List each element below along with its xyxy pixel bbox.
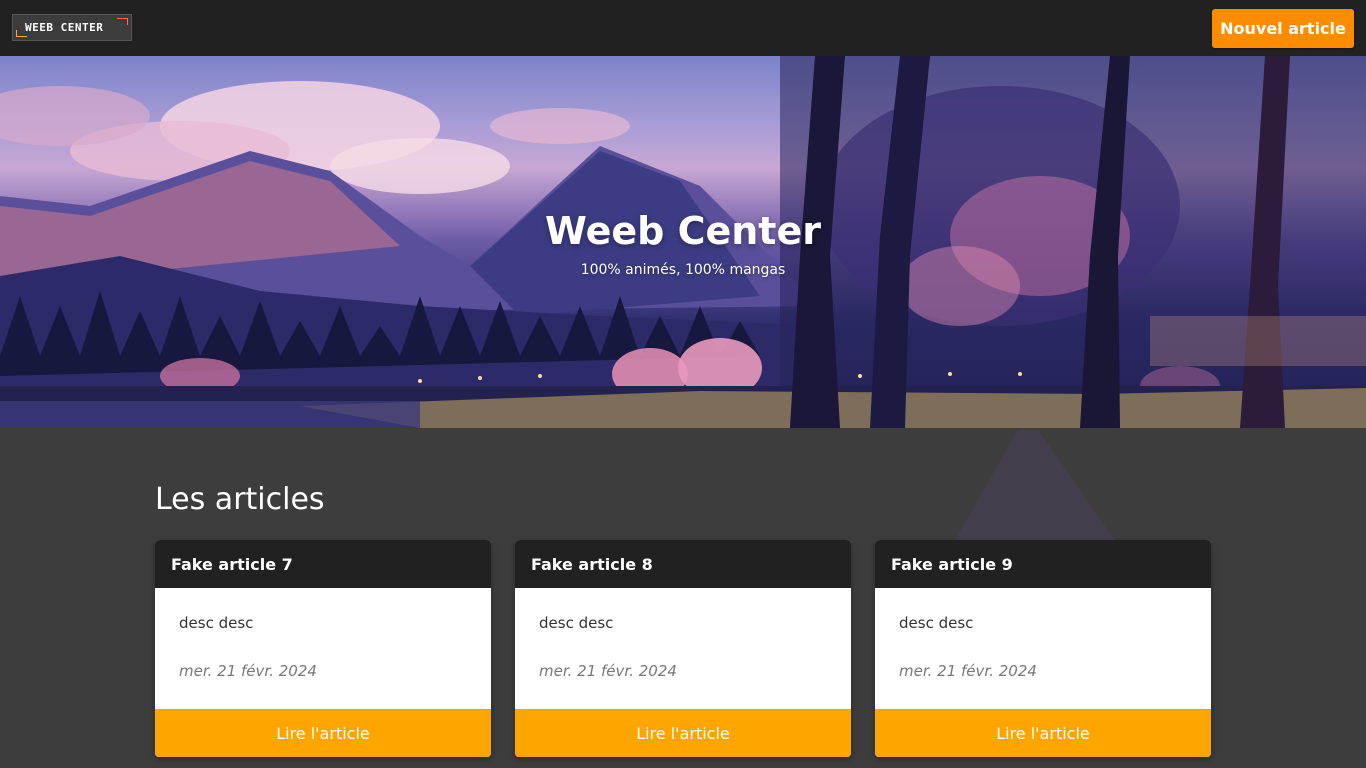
- article-date: mer. 21 févr. 2024: [539, 662, 677, 680]
- article-card: Fake article 7 desc desc mer. 21 févr. 2…: [155, 540, 491, 757]
- article-title: Fake article 9: [875, 540, 1211, 588]
- article-description: desc desc: [179, 614, 254, 632]
- article-title: Fake article 8: [515, 540, 851, 588]
- new-article-button[interactable]: Nouvel article: [1212, 9, 1354, 48]
- article-body: desc desc mer. 21 févr. 2024: [515, 588, 851, 709]
- article-description: desc desc: [539, 614, 614, 632]
- site-logo[interactable]: WEEB CENTER: [12, 14, 132, 41]
- article-card: Fake article 9 desc desc mer. 21 févr. 2…: [875, 540, 1211, 757]
- hero-title: Weeb Center: [545, 209, 821, 253]
- hero-banner: Weeb Center 100% animés, 100% mangas: [0, 56, 1366, 428]
- section-title: Les articles: [155, 482, 325, 517]
- navbar: WEEB CENTER Nouvel article: [0, 0, 1366, 56]
- article-description: desc desc: [899, 614, 974, 632]
- read-article-button[interactable]: Lire l'article: [155, 709, 491, 757]
- read-article-button[interactable]: Lire l'article: [515, 709, 851, 757]
- logo-corner-decoration: [117, 18, 128, 25]
- article-body: desc desc mer. 21 févr. 2024: [155, 588, 491, 709]
- article-title: Fake article 7: [155, 540, 491, 588]
- article-date: mer. 21 févr. 2024: [179, 662, 317, 680]
- article-date: mer. 21 févr. 2024: [899, 662, 1037, 680]
- read-article-button[interactable]: Lire l'article: [875, 709, 1211, 757]
- article-body: desc desc mer. 21 févr. 2024: [875, 588, 1211, 709]
- logo-text: WEEB CENTER: [25, 21, 104, 34]
- hero-subtitle: 100% animés, 100% mangas: [580, 262, 786, 278]
- article-card: Fake article 8 desc desc mer. 21 févr. 2…: [515, 540, 851, 757]
